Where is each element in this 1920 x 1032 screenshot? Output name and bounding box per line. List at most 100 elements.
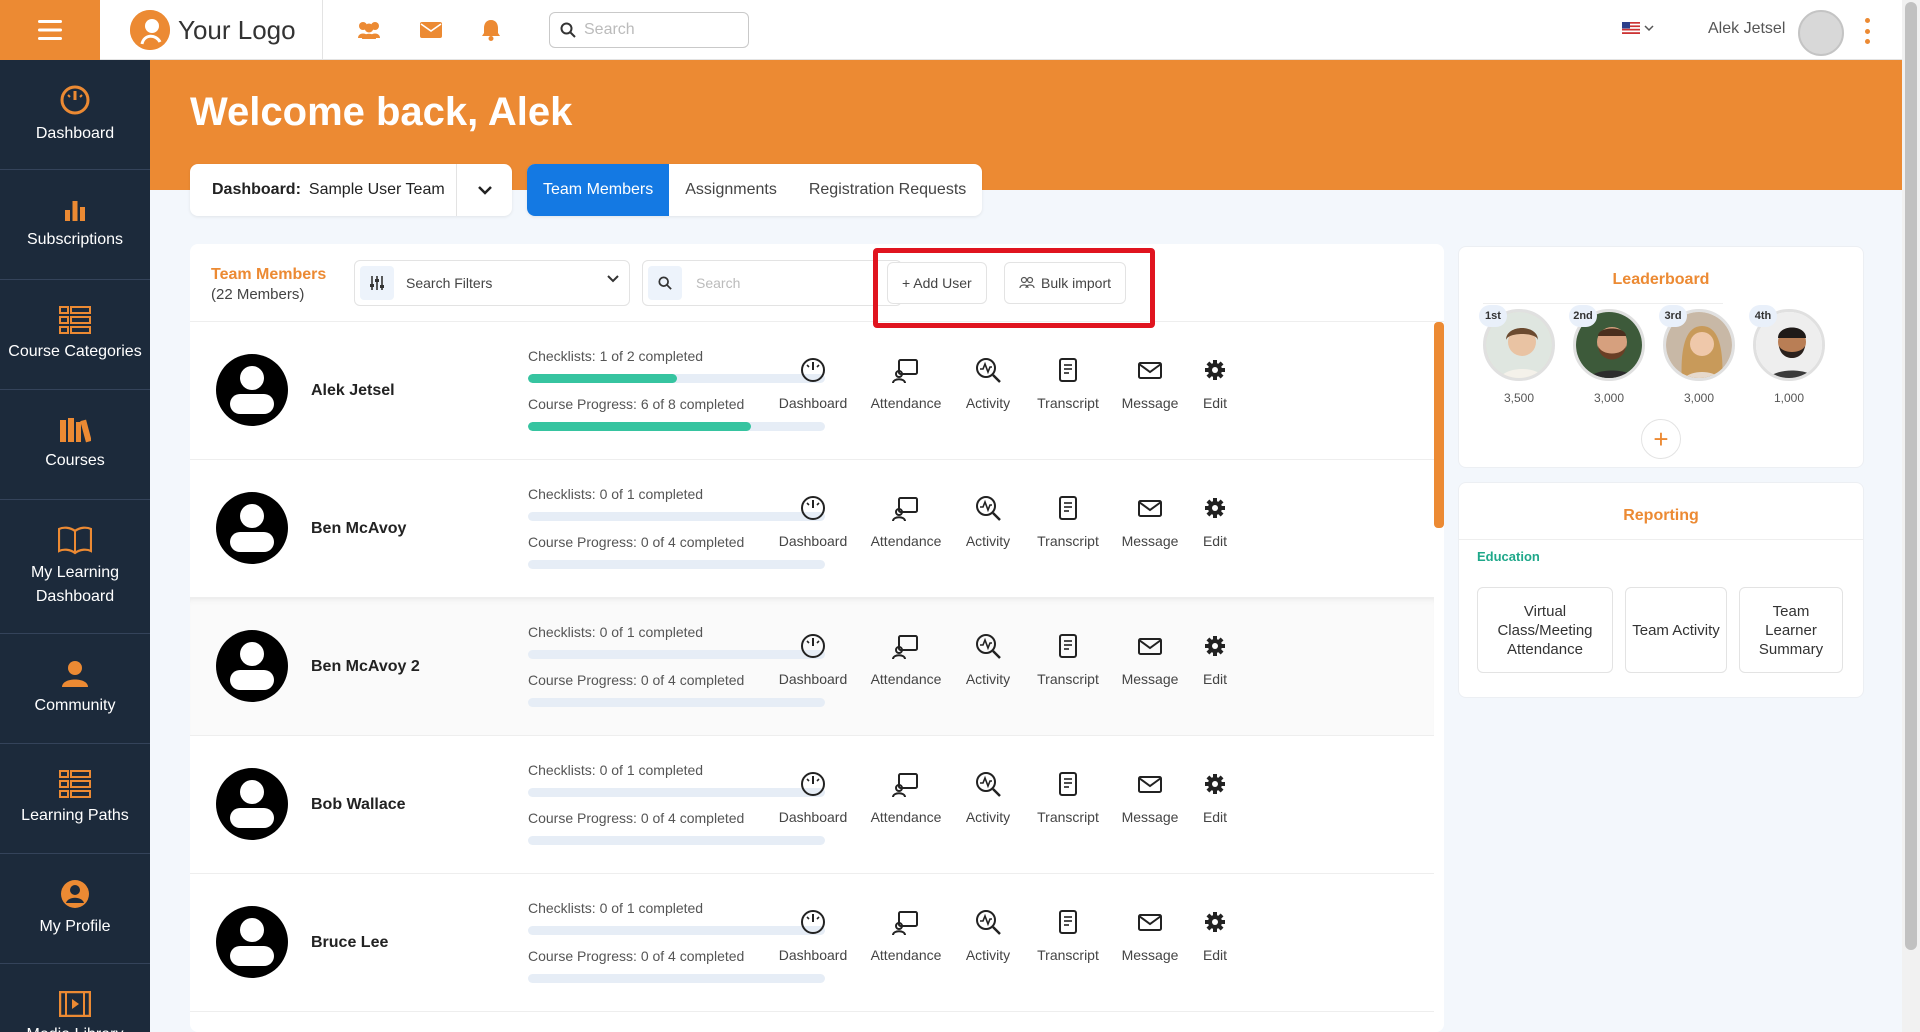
transcript-icon [1054, 356, 1082, 387]
tab-registration-requests[interactable]: Registration Requests [793, 164, 982, 216]
us-flag-icon [1622, 22, 1640, 34]
member-action-dashboard[interactable]: Dashboard [765, 356, 861, 411]
search-icon [560, 22, 576, 38]
list-icon [59, 305, 91, 334]
course-progress-label: Course Progress: 0 of 4 completed [528, 534, 745, 550]
gear-icon [1201, 770, 1229, 801]
sidebar-item-community[interactable]: Community [0, 634, 150, 744]
member-action-edit[interactable]: Edit [1167, 632, 1263, 687]
member-action-edit[interactable]: Edit [1167, 356, 1263, 411]
activity-icon [974, 632, 1002, 663]
dashboard-icon [799, 908, 827, 939]
sidebar-item-media-library[interactable]: Media Library [0, 964, 150, 1032]
sidebar-item-dashboard[interactable]: Dashboard [0, 60, 150, 170]
search-filters-label: Search Filters [406, 275, 493, 291]
scrollbar-thumb[interactable] [1905, 2, 1917, 950]
report-virtual-class-attendance[interactable]: Virtual Class/Meeting Attendance [1477, 587, 1613, 673]
language-selector[interactable] [1622, 22, 1654, 34]
checklist-progress-label: Checklists: 0 of 1 completed [528, 624, 704, 640]
global-search[interactable] [549, 12, 749, 48]
sidebar-item-label: Courses [45, 451, 105, 469]
action-label: Dashboard [778, 947, 848, 963]
leader-item[interactable]: 3rd 3,000 [1659, 305, 1735, 405]
attendance-icon [892, 494, 920, 525]
leader-rank: 3rd [1659, 305, 1687, 327]
tab-assignments[interactable]: Assignments [669, 164, 793, 216]
attendance-icon [892, 908, 920, 939]
message-icon [1136, 356, 1164, 387]
team-members-panel: Team Members (22 Members) Search Filters… [190, 244, 1444, 1032]
search-filters-dropdown[interactable]: Search Filters [354, 260, 630, 306]
action-label: Dashboard [778, 395, 848, 411]
sidebar-item-my-learning-dashboard[interactable]: My Learning Dashboard [0, 500, 150, 634]
member-action-dashboard[interactable]: Dashboard [765, 770, 861, 825]
member-search[interactable] [642, 260, 902, 306]
member-action-dashboard[interactable]: Dashboard [765, 494, 861, 549]
sidebar-item-label: My Profile [39, 917, 111, 935]
sidebar-item-courses[interactable]: Courses [0, 390, 150, 500]
bulk-import-button[interactable]: Bulk import [1004, 262, 1127, 304]
action-label: Attendance [870, 947, 942, 963]
bell-icon[interactable] [477, 16, 505, 44]
user-avatar[interactable] [1798, 10, 1844, 56]
action-label: Activity [965, 533, 1011, 549]
activity-icon [974, 770, 1002, 801]
member-action-dashboard[interactable]: Dashboard [765, 908, 861, 963]
leader-item[interactable]: 1st 3,500 [1479, 305, 1555, 405]
report-team-activity[interactable]: Team Activity [1625, 587, 1727, 673]
table-row: Ben McAvoy 2 Checklists: 0 of 1 complete… [190, 598, 1434, 736]
add-leader-button[interactable]: + [1641, 419, 1681, 459]
action-label: Activity [965, 809, 1011, 825]
leader-points: 1,000 [1773, 391, 1805, 405]
checklist-progress-label: Checklists: 0 of 1 completed [528, 900, 704, 916]
member-name[interactable]: Bruce Lee [311, 934, 388, 952]
page-scrollbar[interactable] [1902, 0, 1920, 1032]
add-user-button[interactable]: + Add User [887, 262, 987, 304]
film-icon [59, 990, 91, 1017]
attendance-icon [892, 770, 920, 801]
checklist-progress-label: Checklists: 1 of 2 completed [528, 348, 704, 364]
action-label: Transcript [1037, 533, 1099, 549]
leader-item[interactable]: 2nd 3,000 [1569, 305, 1645, 405]
menu-toggle-button[interactable] [0, 0, 100, 60]
member-name[interactable]: Ben McAvoy [311, 520, 406, 538]
member-search-input[interactable] [696, 275, 876, 291]
member-name[interactable]: Bob Wallace [311, 796, 406, 814]
gear-icon [1201, 632, 1229, 663]
dashboard-selector[interactable]: Dashboard: Sample User Team [190, 164, 512, 216]
global-search-input[interactable] [584, 21, 734, 39]
logo[interactable]: Your Logo [130, 10, 296, 50]
action-label: Attendance [870, 671, 942, 687]
user-name[interactable]: Alek Jetsel [1708, 20, 1785, 38]
action-label: Transcript [1037, 395, 1099, 411]
sidebar-item-subscriptions[interactable]: Subscriptions [0, 170, 150, 280]
people-icon[interactable] [355, 16, 383, 44]
mail-icon[interactable] [417, 16, 445, 44]
member-name[interactable]: Ben McAvoy 2 [311, 658, 420, 676]
gear-icon [1201, 356, 1229, 387]
action-label: Transcript [1037, 947, 1099, 963]
sidebar-item-my-profile[interactable]: My Profile [0, 854, 150, 964]
member-action-dashboard[interactable]: Dashboard [765, 632, 861, 687]
sidebar-item-course-categories[interactable]: Course Categories [0, 280, 150, 390]
report-team-learner-summary[interactable]: Team Learner Summary [1739, 587, 1843, 673]
member-action-edit[interactable]: Edit [1167, 494, 1263, 549]
users-icon [1019, 276, 1035, 289]
member-action-edit[interactable]: Edit [1167, 770, 1263, 825]
sidebar-item-learning-paths[interactable]: Learning Paths [0, 744, 150, 854]
dashboard-dropdown-button[interactable] [456, 164, 512, 216]
sidebar-item-label: Course Categories [8, 342, 142, 360]
member-name[interactable]: Alek Jetsel [311, 382, 395, 400]
leader-item[interactable]: 4th 1,000 [1749, 305, 1825, 405]
action-label: Dashboard [778, 533, 848, 549]
member-action-edit[interactable]: Edit [1167, 908, 1263, 963]
activity-icon [974, 908, 1002, 939]
tab-team-members[interactable]: Team Members [527, 164, 670, 216]
logo-text: Your Logo [178, 14, 296, 45]
list-scroll-indicator[interactable] [1434, 322, 1444, 528]
panel-header: Team Members (22 Members) Search Filters… [190, 244, 1444, 328]
list-icon [59, 769, 91, 798]
dashboard-icon [799, 494, 827, 525]
sidebar-item-label: Media Library [27, 1023, 124, 1032]
more-options-icon[interactable] [1862, 18, 1872, 44]
